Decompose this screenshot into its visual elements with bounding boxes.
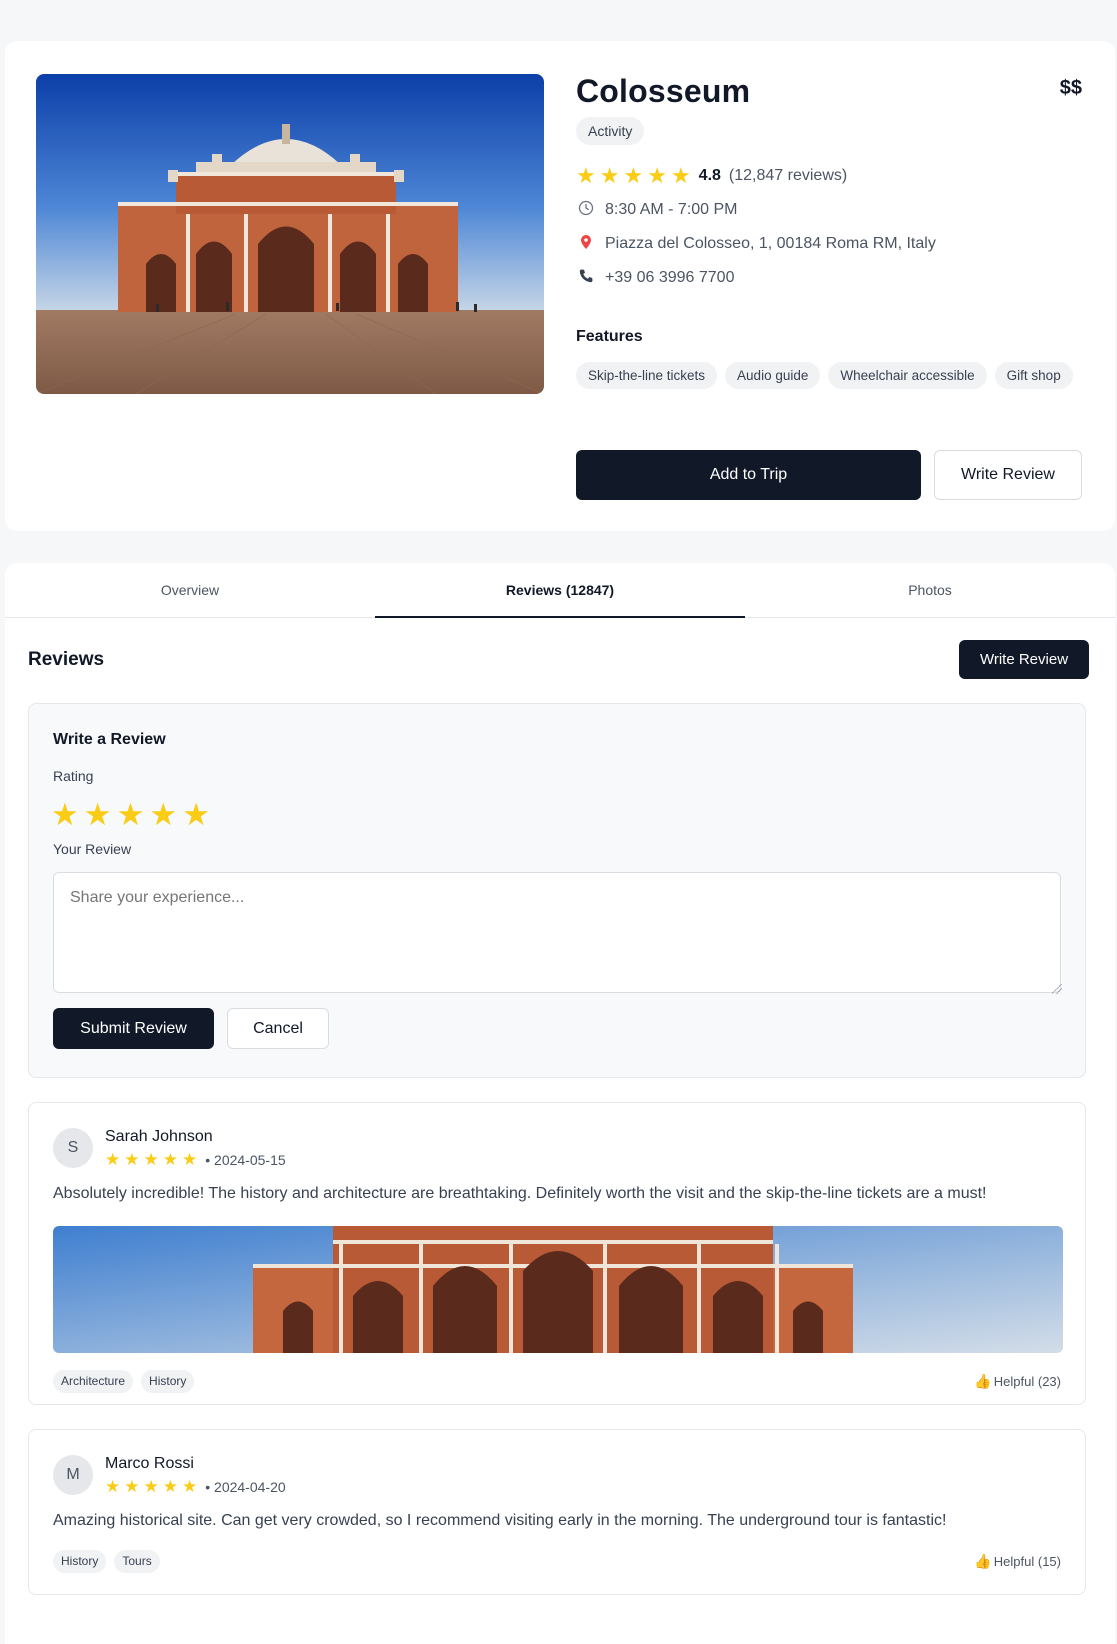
place-title: Colosseum <box>576 73 751 109</box>
star-icon[interactable]: ★ <box>84 799 112 830</box>
feature-chip: Audio guide <box>725 362 821 389</box>
review-tags: Architecture History <box>53 1370 195 1393</box>
write-review-toggle-button[interactable]: Write Review <box>959 640 1089 679</box>
monument-photo <box>36 74 544 394</box>
cancel-button[interactable]: Cancel <box>227 1008 329 1049</box>
review-form: Write a Review Rating ★ ★ ★ ★ ★ Your Rev… <box>28 703 1086 1078</box>
review-meta: ★ ★ ★ ★ ★ • 2024-04-20 <box>105 1478 286 1495</box>
phone-row: +39 06 3996 7700 <box>576 268 734 288</box>
helpful-button[interactable]: 👍 Helpful (15) <box>974 1553 1061 1570</box>
star-icon: ★ <box>623 163 644 188</box>
helpful-button[interactable]: 👍 Helpful (23) <box>974 1373 1061 1390</box>
clock-icon <box>576 200 596 220</box>
rating-value: 4.8 <box>698 167 721 184</box>
category-badge: Activity <box>576 117 645 145</box>
tab-overview[interactable]: Overview <box>5 563 375 617</box>
address-text[interactable]: Piazza del Colosseo, 1, 00184 Roma RM, I… <box>605 235 936 253</box>
rating-label: Rating <box>53 768 94 784</box>
star-icon: ★ <box>143 1477 159 1496</box>
place-detail-page: Colosseum $$ Activity ★ ★ ★ ★ ★ 4.8 (12,… <box>0 0 1117 1644</box>
star-icon[interactable]: ★ <box>51 799 79 830</box>
review-tags: History Tours <box>53 1550 160 1573</box>
star-icon: ★ <box>162 1477 178 1496</box>
star-icon: ★ <box>124 1477 140 1496</box>
avatar: M <box>53 1455 93 1495</box>
review-tag: History <box>53 1550 107 1573</box>
feature-chip: Skip-the-line tickets <box>576 362 718 389</box>
review-photo-image <box>53 1226 1063 1353</box>
features-list: Skip-the-line tickets Audio guide Wheelc… <box>576 362 1076 389</box>
review-tag: History <box>141 1370 195 1393</box>
submit-review-button[interactable]: Submit Review <box>53 1008 214 1049</box>
price-level: $$ <box>1059 77 1082 99</box>
review-count[interactable]: (12,847 reviews) <box>729 167 847 185</box>
feature-chip: Wheelchair accessible <box>828 362 987 389</box>
helpful-count: Helpful (15) <box>993 1554 1061 1569</box>
review-text: Absolutely incredible! The history and a… <box>53 1185 987 1202</box>
resize-handle-icon[interactable] <box>1052 984 1062 994</box>
map-pin-icon <box>576 234 596 254</box>
review-tag: Tours <box>114 1550 160 1573</box>
review-card: S Sarah Johnson ★ ★ ★ ★ ★ • 2024-05-15 A… <box>28 1102 1086 1405</box>
add-to-trip-button[interactable]: Add to Trip <box>576 450 921 500</box>
place-hero-image[interactable] <box>36 74 544 394</box>
hours-row: 8:30 AM - 7:00 PM <box>576 200 738 220</box>
rating-summary: ★ ★ ★ ★ ★ 4.8 (12,847 reviews) <box>576 164 847 188</box>
star-icon: ★ <box>105 1150 121 1169</box>
thumbs-up-icon: 👍 <box>974 1373 992 1389</box>
review-card: M Marco Rossi ★ ★ ★ ★ ★ • 2024-04-20 Ama… <box>28 1429 1086 1595</box>
star-icon[interactable]: ★ <box>182 799 210 830</box>
star-icon: ★ <box>647 163 667 188</box>
reviewer-name: Marco Rossi <box>105 1455 194 1472</box>
review-text-label: Your Review <box>53 841 132 857</box>
star-icon: ★ <box>124 1150 140 1169</box>
star-icon: ★ <box>182 1150 198 1169</box>
review-textarea[interactable] <box>53 872 1061 993</box>
feature-chip: Gift shop <box>994 362 1073 389</box>
review-meta: ★ ★ ★ ★ ★ • 2024-05-15 <box>105 1151 286 1168</box>
review-form-title: Write a Review <box>53 731 166 748</box>
phone-text[interactable]: +39 06 3996 7700 <box>605 269 734 287</box>
thumbs-up-icon: 👍 <box>974 1553 992 1569</box>
reviews-heading: Reviews <box>28 649 105 670</box>
review-text: Amazing historical site. Can get very cr… <box>53 1512 947 1529</box>
details-card: Overview Reviews (12847) Photos Reviews … <box>5 563 1115 1644</box>
review-photo[interactable] <box>53 1226 1063 1353</box>
write-review-button[interactable]: Write Review <box>934 450 1082 500</box>
rating-input: ★ ★ ★ ★ ★ <box>51 799 215 830</box>
star-icon: ★ <box>162 1150 178 1169</box>
review-tag: Architecture <box>53 1370 134 1393</box>
star-icon: ★ <box>599 163 620 188</box>
hours-text: 8:30 AM - 7:00 PM <box>605 201 738 218</box>
tab-photos[interactable]: Photos <box>745 563 1115 617</box>
helpful-count: Helpful (23) <box>993 1374 1061 1389</box>
tab-bar: Overview Reviews (12847) Photos <box>5 563 1115 618</box>
features-heading: Features <box>576 328 643 345</box>
star-icon[interactable]: ★ <box>149 799 177 830</box>
address-row: Piazza del Colosseo, 1, 00184 Roma RM, I… <box>576 234 936 254</box>
star-icon: ★ <box>105 1477 121 1496</box>
place-summary-card: Colosseum $$ Activity ★ ★ ★ ★ ★ 4.8 (12,… <box>5 41 1115 531</box>
review-date: • 2024-04-20 <box>205 1478 286 1495</box>
phone-icon <box>576 268 596 288</box>
tab-reviews[interactable]: Reviews (12847) <box>375 563 745 618</box>
star-icon[interactable]: ★ <box>117 799 145 830</box>
star-icon: ★ <box>143 1150 159 1169</box>
star-icon: ★ <box>576 163 596 188</box>
reviewer-name: Sarah Johnson <box>105 1128 213 1145</box>
review-date: • 2024-05-15 <box>205 1151 286 1168</box>
star-icon: ★ <box>182 1477 198 1496</box>
star-icon: ★ <box>670 163 691 188</box>
avatar: S <box>53 1128 93 1168</box>
